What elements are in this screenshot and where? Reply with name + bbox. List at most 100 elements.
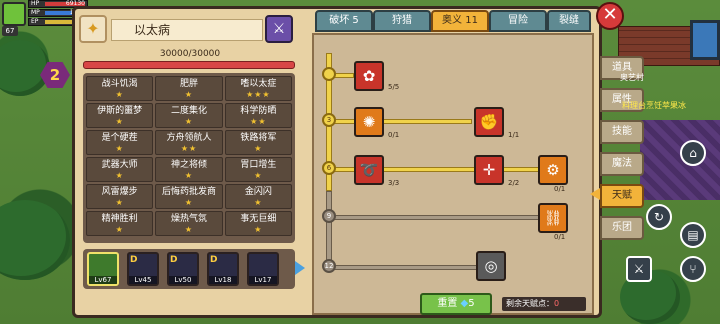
trait-stars: ★	[115, 144, 124, 153]
trait-stars: ★★★	[246, 90, 271, 99]
pipe	[690, 20, 720, 60]
tab-category[interactable]: 破坏 5	[315, 10, 373, 32]
side-tab[interactable]: 乐团	[600, 216, 644, 240]
trait-cell[interactable]: 是个硬茬 ★	[86, 130, 154, 155]
side-tab[interactable]: 技能	[600, 120, 644, 144]
level-node: 6	[322, 161, 336, 175]
tab-category[interactable]: 奥义 11	[431, 10, 489, 32]
trait-name: 是个硬茬	[101, 133, 138, 143]
trait-stars: ★★	[180, 144, 198, 153]
trait-stars: ★★	[250, 117, 267, 126]
trait-cell[interactable]: 燥热气氛 ★	[155, 211, 223, 236]
trait-name: 金闪闪	[244, 187, 272, 197]
talent-tree: 3 6 9 12 ✿ 5/5 ✺ 0/1 ✊ 1/1 ➰ 3/3 ✛ 2/2 ⚙…	[312, 33, 594, 315]
trait-cell[interactable]: 事无巨细 ★	[224, 211, 292, 236]
hero-rank: D	[170, 255, 178, 265]
player-level: 67	[2, 26, 18, 36]
trait-name: 肥胖	[179, 79, 198, 89]
trait-name: 胃口增生	[240, 160, 277, 170]
attack-button[interactable]: ⚔	[626, 256, 652, 282]
trait-stars: ★	[254, 171, 263, 180]
trait-name: 战斗饥渴	[101, 79, 138, 89]
trait-cell[interactable]: 战斗饥渴 ★	[86, 76, 154, 101]
trait-cell[interactable]: 精神胜利 ★	[86, 211, 154, 236]
trait-cell[interactable]: 武器大师 ★	[86, 157, 154, 182]
trait-cell[interactable]: 嗜以太症 ★★★	[224, 76, 292, 101]
trait-name: 神之将倾	[170, 160, 207, 170]
boss-header: ✦ 以太病 ⚔	[79, 15, 301, 45]
level-node	[322, 67, 336, 81]
trait-cell[interactable]: 方舟领航人 ★★	[155, 130, 223, 155]
skill-count: 0/1	[554, 233, 566, 241]
trait-name: 风雷爆步	[101, 187, 138, 197]
talent-skill-mp-icon[interactable]: ✿	[354, 61, 384, 91]
trait-cell[interactable]: 二度集化 ★	[155, 103, 223, 128]
trait-cell[interactable]: 铁路将军 ★	[224, 130, 292, 155]
trait-stars: ★	[115, 198, 124, 207]
tree-branch	[332, 119, 472, 124]
trait-cell[interactable]: 肥胖 ★	[155, 76, 223, 101]
close-button[interactable]: ✕	[596, 2, 624, 30]
skill-count: 0/1	[388, 131, 400, 139]
talent-skill-gear-icon[interactable]: ⚙	[538, 155, 568, 185]
tab-category[interactable]: 冒险	[489, 10, 547, 32]
side-tab[interactable]: 魔法	[600, 152, 644, 176]
party-hero[interactable]: D Lv18	[207, 252, 239, 286]
side-tab[interactable]: 天赋	[600, 184, 644, 208]
skill-count: 5/5	[388, 83, 400, 91]
trait-name: 精神胜利	[101, 214, 138, 224]
party-hero[interactable]: Lv67	[87, 252, 119, 286]
map-button[interactable]: ⌂	[680, 140, 706, 166]
trait-cell[interactable]: 风雷爆步 ★	[86, 184, 154, 209]
talent-skill-spiral-icon[interactable]: ➰	[354, 155, 384, 185]
reset-button[interactable]: 重置 ◆5	[420, 293, 492, 315]
tab-category[interactable]: 裂缝	[547, 10, 591, 32]
level-node: 3	[322, 113, 336, 127]
trait-cell[interactable]: 胃口增生 ★	[224, 157, 292, 182]
news-ticker: 料理台烹饪苹果冰	[622, 101, 686, 110]
tab-category[interactable]: 狩猎	[373, 10, 431, 32]
hero-level: Lv18	[209, 276, 237, 284]
talent-skill-fist-icon[interactable]: ✊	[474, 107, 504, 137]
trait-cell[interactable]: 金闪闪 ★	[224, 184, 292, 209]
boss-hp-text: 30000/30000	[159, 49, 221, 59]
tree-branch-locked	[332, 265, 492, 270]
swap-button[interactable]: ↻	[646, 204, 672, 230]
swap-sword-icon[interactable]: ⚔	[265, 15, 293, 43]
boss-hp-bar	[83, 61, 295, 69]
talent-skill-locked-icon[interactable]: ◎	[476, 251, 506, 281]
trait-cell[interactable]: 伊斯的噩梦 ★	[86, 103, 154, 128]
trait-stars: ★	[115, 90, 124, 99]
hero-level: Lv67	[89, 276, 117, 284]
party-next-arrow-icon[interactable]	[295, 261, 305, 275]
talent-skill-crosshair-icon[interactable]: ✛	[474, 155, 504, 185]
share-icon[interactable]: ⑂	[680, 256, 706, 282]
trait-cell[interactable]: 后悔药批发商 ★	[155, 184, 223, 209]
trait-cell[interactable]: 神之将倾 ★	[155, 157, 223, 182]
player-avatar[interactable]	[2, 2, 26, 26]
talent-skill-chain-icon[interactable]: ⛓	[538, 203, 568, 233]
party-hero[interactable]: D Lv50	[167, 252, 199, 286]
trait-stars: ★	[115, 171, 124, 180]
reset-cost: 5	[468, 298, 475, 309]
party-hero[interactable]: D Lv45	[127, 252, 159, 286]
trait-name: 伊斯的噩梦	[97, 106, 143, 116]
hero-level: Lv17	[249, 276, 277, 284]
tree-branch-locked	[332, 215, 542, 220]
trait-stars: ★	[254, 144, 263, 153]
purple-floor	[640, 120, 720, 200]
trait-cell[interactable]: 科学防晒 ★★	[224, 103, 292, 128]
hero-level: Lv50	[169, 276, 197, 284]
tree-track-vertical-locked	[326, 191, 332, 261]
trait-stars: ★	[115, 225, 124, 234]
trait-name: 方舟领航人	[166, 133, 212, 143]
village-name: 奥艺村	[620, 73, 644, 82]
skill-count: 1/1	[508, 131, 520, 139]
boss-name: 以太病	[111, 19, 263, 41]
trait-stars: ★	[254, 198, 263, 207]
talent-skill-swirl-icon[interactable]: ✺	[354, 107, 384, 137]
trait-name: 燥热气氛	[170, 214, 207, 224]
book-icon[interactable]: ▤	[680, 222, 706, 248]
trait-stars: ★	[184, 90, 194, 99]
party-hero[interactable]: Lv17	[247, 252, 279, 286]
